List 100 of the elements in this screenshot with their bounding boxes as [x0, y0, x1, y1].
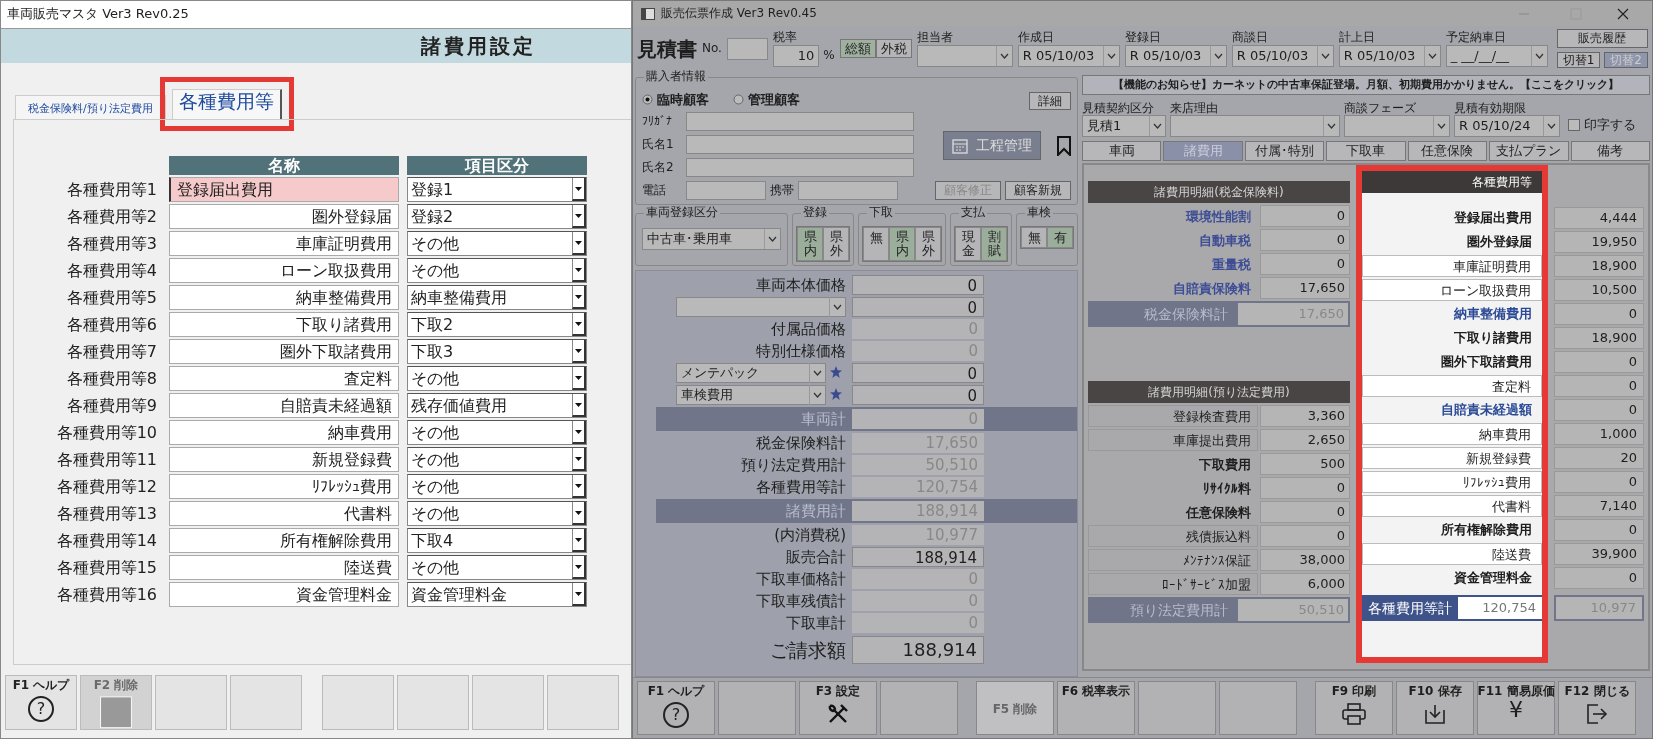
- toggle-option[interactable]: 県内: [889, 226, 915, 262]
- name-field[interactable]: ローン取扱費用: [1362, 279, 1542, 301]
- function-key[interactable]: F1 ヘルプ ?: [5, 675, 77, 730]
- history-button[interactable]: 販売履歴: [1556, 29, 1648, 48]
- name-field[interactable]: 資金管理料金: [169, 582, 399, 607]
- name-field[interactable]: 納車整備費用: [169, 285, 399, 310]
- name-field[interactable]: 納車費用: [1362, 423, 1542, 445]
- category-dropdown[interactable]: 下取3: [407, 339, 587, 364]
- toggle-option[interactable]: 県外: [823, 226, 849, 262]
- function-key[interactable]: F11 簡易原価 ¥: [1477, 681, 1555, 735]
- function-key[interactable]: [155, 675, 227, 730]
- toggle-option[interactable]: 割賦: [981, 226, 1007, 262]
- toggle-option[interactable]: 無: [1021, 226, 1047, 248]
- switch-button[interactable]: 切替1: [1556, 51, 1601, 68]
- category-dropdown[interactable]: その他: [407, 420, 587, 445]
- vehicle-type-dropdown[interactable]: 中古車･乗用車: [642, 227, 781, 250]
- customer-button[interactable]: 顧客新規: [1005, 181, 1071, 200]
- category-dropdown[interactable]: 下取2: [407, 312, 587, 337]
- name-field[interactable]: ﾘﾌﾚｯｼｭ費用: [1362, 471, 1542, 493]
- radio-button[interactable]: [642, 94, 653, 106]
- tab[interactable]: 車両: [1082, 141, 1162, 161]
- name-field[interactable]: 新規登録費: [1362, 447, 1542, 469]
- function-key[interactable]: [547, 675, 619, 730]
- toggle-option[interactable]: 県内: [797, 226, 823, 262]
- date-dropdown[interactable]: R 05/10/03: [1231, 44, 1334, 67]
- date-dropdown[interactable]: R 05/10/03: [1017, 44, 1120, 67]
- name-field[interactable]: 代書料: [1362, 495, 1542, 517]
- function-key[interactable]: F6 税率表示: [1057, 681, 1135, 735]
- function-key[interactable]: [880, 681, 958, 735]
- phone-field[interactable]: [686, 180, 766, 200]
- tab[interactable]: 備考: [1570, 141, 1650, 161]
- tab[interactable]: 支払プラン: [1489, 141, 1569, 161]
- name-field[interactable]: 新規登録費: [169, 447, 399, 472]
- tax-mode-toggle[interactable]: 総額: [839, 38, 876, 59]
- name-field[interactable]: ローン取扱費用: [169, 258, 399, 283]
- name-field[interactable]: 所有権解除費用: [169, 528, 399, 553]
- toggle-option[interactable]: 無: [863, 226, 889, 262]
- name-field[interactable]: 代書料: [169, 501, 399, 526]
- tab[interactable]: 任意保険: [1407, 141, 1488, 161]
- notice-banner[interactable]: 【機能のお知らせ】カーネットの中古車保証登場。月額、初期費用かかりません。【ここをクリック】: [1082, 75, 1650, 95]
- text-field[interactable]: [686, 157, 914, 177]
- function-key[interactable]: [472, 675, 544, 730]
- toggle-option[interactable]: 県外: [915, 226, 941, 262]
- name-field[interactable]: 圏外下取諸費用: [169, 339, 399, 364]
- function-key[interactable]: [718, 681, 796, 735]
- function-key[interactable]: F9 印刷: [1315, 681, 1393, 735]
- function-key[interactable]: F3 設定: [799, 681, 877, 735]
- name-field[interactable]: 圏外登録届: [169, 204, 399, 229]
- radio-button[interactable]: [733, 94, 744, 106]
- category-dropdown[interactable]: その他: [407, 501, 587, 526]
- dropdown[interactable]: [1344, 115, 1450, 137]
- name-field[interactable]: 納車費用: [169, 420, 399, 445]
- category-dropdown[interactable]: 下取4: [407, 528, 587, 553]
- name-field[interactable]: 車庫証明費用: [169, 231, 399, 256]
- category-dropdown[interactable]: その他: [407, 555, 587, 580]
- function-key[interactable]: [322, 675, 394, 730]
- dropdown[interactable]: 見積1: [1082, 115, 1166, 137]
- function-key[interactable]: [397, 675, 469, 730]
- name-field[interactable]: 自賠責未経過額: [169, 393, 399, 418]
- function-key[interactable]: F10 保存: [1396, 681, 1474, 735]
- category-dropdown[interactable]: その他: [407, 366, 587, 391]
- date-dropdown[interactable]: R 05/10/03: [1124, 44, 1227, 67]
- category-dropdown[interactable]: 残存価値費用: [407, 393, 587, 418]
- text-field[interactable]: [686, 111, 914, 131]
- staff-dropdown[interactable]: [916, 44, 1013, 67]
- name-field[interactable]: ﾘﾌﾚｯｼｭ費用: [169, 474, 399, 499]
- name-field[interactable]: 陸送費: [169, 555, 399, 580]
- checkbox[interactable]: [1568, 119, 1580, 132]
- function-key[interactable]: [230, 675, 302, 730]
- toggle-option[interactable]: 現金: [955, 226, 981, 262]
- dropdown[interactable]: [1170, 115, 1340, 137]
- dropdown[interactable]: R 05/10/24: [1454, 115, 1560, 137]
- category-dropdown[interactable]: その他: [407, 258, 587, 283]
- text-field[interactable]: [686, 134, 914, 154]
- name-field[interactable]: 登録届出費用: [169, 177, 399, 202]
- category-dropdown[interactable]: 資金管理料金: [407, 582, 587, 607]
- tax-mode-toggle[interactable]: 外税: [875, 38, 912, 59]
- category-dropdown[interactable]: その他: [407, 447, 587, 472]
- option-dropdown[interactable]: 車検費用: [676, 385, 826, 406]
- category-dropdown[interactable]: その他: [407, 474, 587, 499]
- date-dropdown[interactable]: R 05/10/03: [1338, 44, 1441, 67]
- name-field[interactable]: 査定料: [1362, 375, 1542, 397]
- function-key[interactable]: F12 閉じる: [1558, 681, 1636, 735]
- tab[interactable]: 下取車: [1326, 141, 1406, 161]
- name-field[interactable]: 査定料: [169, 366, 399, 391]
- category-dropdown[interactable]: 登録2: [407, 204, 587, 229]
- option-dropdown[interactable]: メンテパック: [676, 363, 826, 384]
- function-key[interactable]: F1 ヘルプ ?: [637, 681, 715, 735]
- detail-button[interactable]: 詳細: [1029, 92, 1071, 111]
- category-dropdown[interactable]: 登録1: [407, 177, 587, 202]
- close-icon[interactable]: [1616, 6, 1630, 21]
- function-key[interactable]: [1219, 681, 1297, 735]
- toggle-option[interactable]: 有: [1047, 226, 1073, 248]
- name-field[interactable]: 下取り諸費用: [169, 312, 399, 337]
- name-field[interactable]: 車庫証明費用: [1362, 255, 1542, 277]
- mobile-field[interactable]: [798, 180, 898, 200]
- tab[interactable]: 付属･特別: [1244, 141, 1325, 161]
- number-field[interactable]: [726, 37, 769, 60]
- price-dropdown[interactable]: [676, 297, 846, 318]
- category-dropdown[interactable]: 納車整備費用: [407, 285, 587, 310]
